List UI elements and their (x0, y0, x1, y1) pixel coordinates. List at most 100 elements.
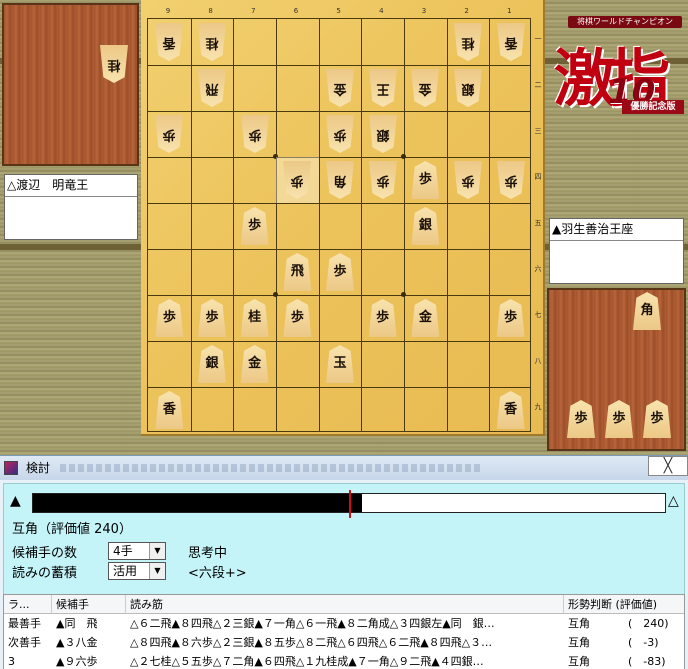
board-piece[interactable]: 香 (155, 23, 183, 61)
board-piece[interactable]: 飛 (198, 69, 226, 107)
game-logo: 将棋ワールドチャンピオン 激指 10 優勝記念版 (548, 8, 684, 136)
table-cell-judge[interactable]: 互角 (564, 633, 624, 652)
rank-label: 六 (534, 265, 542, 272)
sente-hand-piece[interactable]: 角 (633, 292, 661, 330)
board-piece[interactable]: 歩 (155, 299, 184, 337)
board-piece[interactable]: 歩 (326, 253, 354, 291)
gote-player-name: 渡辺 明竜王 (16, 178, 89, 192)
sente-hand-piece[interactable]: 歩 (605, 400, 633, 438)
board-piece[interactable]: 桂 (454, 23, 482, 61)
board-piece[interactable]: 金 (411, 69, 439, 107)
board-piece[interactable]: 飛 (283, 253, 312, 291)
board-piece[interactable]: 歩 (369, 161, 397, 199)
gote-piece-stand[interactable]: 桂 (2, 3, 139, 166)
table-cell-score[interactable]: ( 240) (624, 614, 684, 633)
table-cell-judge[interactable]: 互角 (564, 614, 624, 633)
table-cell-move[interactable]: ▲３八金 (52, 633, 126, 652)
grid-line (148, 157, 530, 158)
chevron-down-icon[interactable]: ▼ (149, 543, 165, 559)
candidate-count-select[interactable]: 4手 ▼ (108, 542, 166, 560)
column-header-judgement[interactable]: 形勢判断 (評価値) (564, 595, 684, 614)
grid-line (148, 65, 530, 66)
file-label: 9 (165, 7, 171, 15)
rank-label: 八 (534, 357, 542, 364)
table-cell-rank[interactable]: 3 (4, 652, 52, 669)
board-piece[interactable]: 歩 (283, 161, 311, 199)
board-piece[interactable]: 銀 (369, 115, 397, 153)
sente-hand-piece[interactable]: 歩 (567, 400, 595, 438)
board-piece[interactable]: 金 (240, 345, 269, 383)
shogi-board[interactable]: 香桂桂香飛金王金銀歩歩歩銀歩角歩歩歩歩歩銀飛歩歩歩桂歩歩金歩銀金玉香香 9876… (141, 0, 545, 436)
board-piece[interactable]: 王 (369, 69, 397, 107)
board-piece[interactable]: 歩 (368, 299, 397, 337)
candidate-label: 候補手の数 (12, 546, 78, 561)
panel-titlebar: 検討 ╳ (0, 456, 688, 480)
table-cell-line[interactable]: △６二飛▲８四飛△２三銀▲７一角△６一飛▲８二角成△３四銀左▲同 銀… (126, 614, 564, 633)
grid-line (148, 295, 530, 296)
board-piece[interactable]: 桂 (198, 23, 226, 61)
column-header-line[interactable]: 読み筋 (126, 595, 564, 614)
title-blur (60, 464, 480, 472)
candidate-table[interactable]: ラ... 候補手 読み筋 形勢判断 (評価値) 最善手 ▲同 飛 △６二飛▲８四飛△… (3, 594, 685, 669)
chevron-down-icon[interactable]: ▼ (149, 563, 165, 579)
accumulation-label: 読みの蓄積 (12, 566, 78, 581)
evaluation-center-marker (349, 490, 351, 518)
gote-hand-piece[interactable]: 桂 (100, 45, 128, 83)
grid-line (148, 341, 530, 342)
column-header-move[interactable]: 候補手 (52, 595, 126, 614)
evaluation-bar-fill (33, 494, 362, 512)
evaluation-box: ▲ △ 互角（評価値 240） 候補手の数 4手 ▼ 思考中 読みの蓄積 活用 ▼ … (3, 483, 685, 611)
board-piece[interactable]: 金 (326, 69, 354, 107)
grid-line (446, 19, 448, 431)
file-label: 8 (208, 7, 213, 15)
column-header-rank[interactable]: ラ... (4, 595, 52, 614)
table-cell-score[interactable]: ( -3) (624, 633, 684, 652)
board-piece[interactable]: 金 (411, 299, 440, 337)
board-piece[interactable]: 角 (326, 161, 354, 199)
close-button[interactable]: ╳ (648, 456, 688, 476)
gote-triangle-icon: △ (668, 493, 679, 509)
file-label: 3 (421, 7, 427, 15)
grid-line (489, 19, 491, 431)
board-piece[interactable]: 歩 (241, 115, 269, 153)
thinking-status: 思考中 (188, 546, 228, 561)
table-cell-line[interactable]: △２七桂△５五歩△７二角▲６四飛△１九桂成▲７一角△９二飛▲４四銀… (126, 652, 564, 669)
accumulation-select[interactable]: 活用 ▼ (108, 562, 166, 580)
table-cell-judge[interactable]: 互角 (564, 652, 624, 669)
file-label: 4 (379, 7, 384, 15)
table-cell-score[interactable]: ( -83) (624, 652, 684, 669)
grid-line (361, 19, 363, 431)
logo-tagline: 将棋ワールドチャンピオン (568, 16, 682, 28)
board-grid[interactable]: 香桂桂香飛金王金銀歩歩歩銀歩角歩歩歩歩歩銀飛歩歩歩桂歩歩金歩銀金玉香香 (147, 18, 531, 432)
board-piece[interactable]: 歩 (155, 115, 183, 153)
board-piece[interactable]: 香 (155, 391, 184, 429)
board-piece[interactable]: 玉 (326, 345, 354, 383)
board-piece[interactable]: 歩 (411, 161, 440, 199)
table-cell-rank[interactable]: 最善手 (4, 614, 52, 633)
table-cell-move[interactable]: ▲同 飛 (52, 614, 126, 633)
board-piece[interactable]: 歩 (497, 161, 525, 199)
sente-player-name: 羽生善治王座 (561, 222, 634, 236)
board-piece[interactable]: 歩 (198, 299, 226, 337)
sente-hand-piece[interactable]: 歩 (643, 400, 671, 438)
rank-label: 二 (534, 81, 542, 88)
engine-level: <六段+> (188, 566, 247, 581)
board-piece[interactable]: 桂 (240, 299, 269, 337)
sente-piece-stand[interactable]: 角歩歩歩 (547, 288, 686, 451)
table-cell-line[interactable]: △８四飛▲８六歩△２三銀▲８五歩△８二飛△６四飛△６二飛▲８四飛△３… (126, 633, 564, 652)
board-piece[interactable]: 香 (497, 23, 525, 61)
board-piece[interactable]: 歩 (283, 299, 312, 337)
board-piece[interactable]: 銀 (198, 345, 226, 383)
board-piece[interactable]: 歩 (240, 207, 269, 245)
rank-label: 四 (534, 173, 542, 180)
board-piece[interactable]: 歩 (496, 299, 525, 337)
rank-label: 三 (534, 127, 542, 134)
table-cell-move[interactable]: ▲９六歩 (52, 652, 126, 669)
board-piece[interactable]: 歩 (454, 161, 482, 199)
board-piece[interactable]: 香 (496, 391, 525, 429)
board-piece[interactable]: 銀 (454, 69, 482, 107)
gote-mark: △ (7, 178, 17, 192)
board-piece[interactable]: 歩 (326, 115, 354, 153)
table-cell-rank[interactable]: 次善手 (4, 633, 52, 652)
board-piece[interactable]: 銀 (411, 207, 440, 245)
